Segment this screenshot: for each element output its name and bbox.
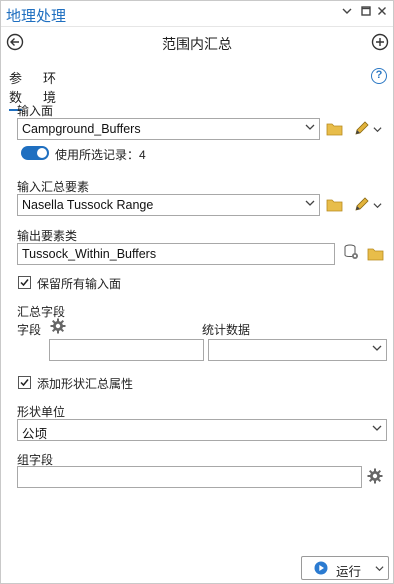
chevron-down-icon: [305, 124, 315, 130]
chevron-down-icon: [375, 566, 384, 572]
use-selected-label: 使用所选记录：4: [55, 148, 146, 162]
run-button[interactable]: 运行: [301, 556, 389, 580]
input-summary-value: Nasella Tussock Range: [22, 198, 154, 212]
input-polygons-value: Campground_Buffers: [22, 122, 141, 136]
add-icon[interactable]: [371, 33, 389, 51]
gear-icon[interactable]: [50, 318, 66, 337]
input-summary-select[interactable]: Nasella Tussock Range: [17, 194, 320, 216]
chevron-down-icon: [305, 200, 315, 206]
pencil-dropdown-chevron-icon[interactable]: [373, 123, 382, 137]
keep-all-label: 保留所有输入面: [37, 277, 122, 291]
shape-unit-label: 形状单位: [17, 405, 66, 419]
output-value: Tussock_Within_Buffers: [22, 247, 157, 261]
statistic-column-label: 统计数据: [202, 323, 251, 337]
window-title: 地理处理: [6, 8, 67, 25]
shape-unit-select[interactable]: 公顷: [17, 419, 387, 441]
output-label: 输出要素类: [17, 229, 78, 243]
pencil-dropdown-chevron-icon[interactable]: [373, 199, 382, 213]
summary-field-input[interactable]: [49, 339, 204, 361]
use-selected-toggle[interactable]: [21, 146, 49, 160]
gear-icon[interactable]: [367, 468, 383, 487]
folder-icon[interactable]: [326, 122, 344, 136]
pencil-icon[interactable]: [353, 119, 371, 137]
title-bar: 地理处理: [1, 1, 393, 27]
close-icon[interactable]: [375, 6, 389, 20]
keep-all-checkbox[interactable]: [18, 276, 31, 289]
input-polygons-select[interactable]: Campground_Buffers: [17, 118, 320, 140]
tool-title: 范围内汇总: [162, 36, 232, 52]
statistic-select[interactable]: [208, 339, 387, 361]
maximize-icon[interactable]: [359, 6, 373, 20]
group-field-input[interactable]: [17, 466, 362, 488]
shape-unit-value: 公顷: [22, 427, 48, 441]
add-shape-checkbox[interactable]: [18, 376, 31, 389]
folder-icon[interactable]: [326, 198, 344, 212]
help-icon[interactable]: ?: [371, 68, 387, 84]
chevron-down-icon: [372, 345, 382, 351]
input-polygons-label: 输入面: [17, 104, 54, 118]
database-gear-icon[interactable]: [342, 243, 360, 264]
chevron-down-icon: [372, 425, 382, 431]
pencil-icon[interactable]: [353, 195, 371, 213]
field-column-label: 字段: [17, 323, 42, 337]
tab-environments[interactable]: 环境: [43, 68, 56, 106]
input-summary-label: 输入汇总要素: [17, 180, 90, 194]
folder-icon[interactable]: [367, 247, 385, 261]
add-shape-label: 添加形状汇总属性: [37, 377, 134, 391]
play-icon: [314, 561, 328, 575]
collapse-chevron-icon[interactable]: [340, 6, 354, 20]
output-input[interactable]: Tussock_Within_Buffers: [17, 243, 335, 265]
run-label: 运行: [336, 565, 362, 579]
